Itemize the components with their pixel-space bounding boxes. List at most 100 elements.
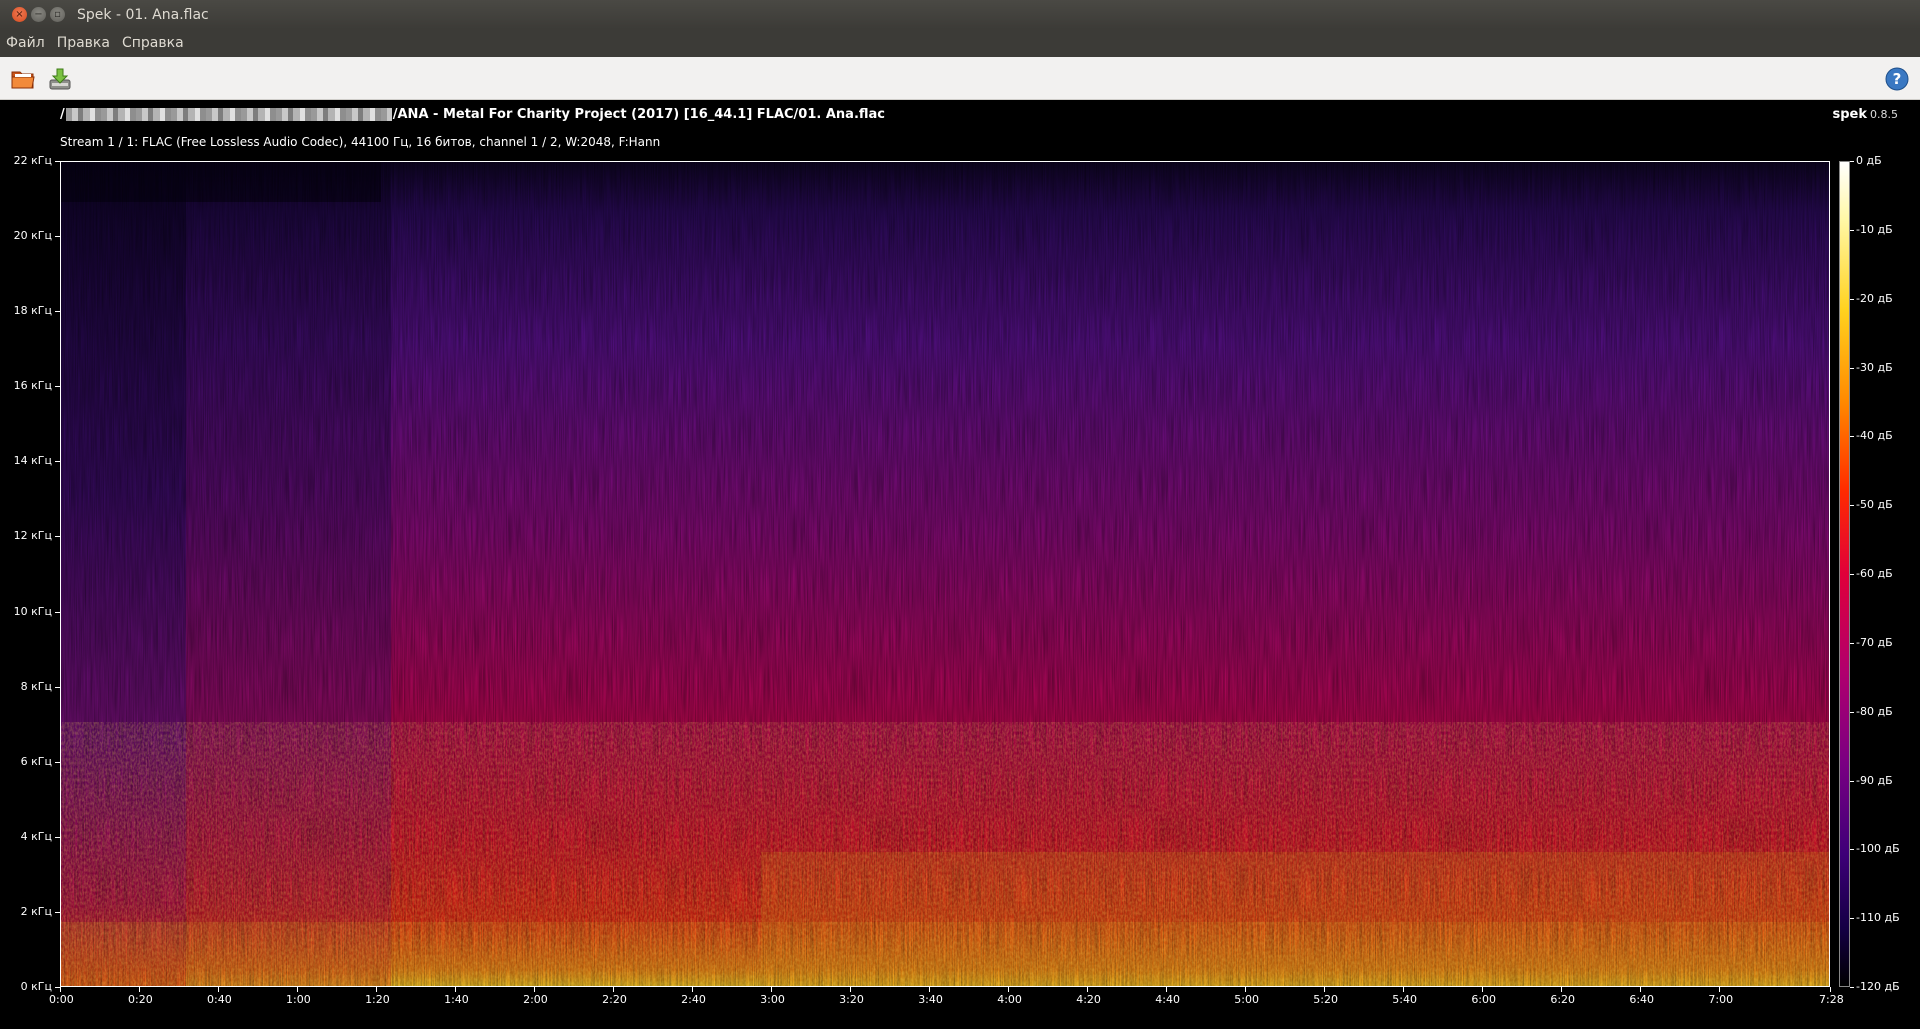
time-tick-label: 5:20 xyxy=(1313,993,1338,1006)
time-tick-label: 2:00 xyxy=(523,993,548,1006)
save-download-icon xyxy=(49,68,71,90)
time-tick-label: 4:40 xyxy=(1155,993,1180,1006)
toolbar: ? xyxy=(0,57,1920,100)
time-tick-mark xyxy=(534,987,536,992)
db-tick-mark xyxy=(1850,367,1854,369)
time-tick-mark xyxy=(1324,987,1326,992)
db-tick-label: -110 дБ xyxy=(1856,911,1900,925)
db-tick-mark xyxy=(1850,711,1854,713)
db-tick-mark xyxy=(1850,229,1854,231)
time-tick-mark xyxy=(1403,987,1405,992)
db-tick-label: -120 дБ xyxy=(1856,980,1900,993)
freq-tick-label: 12 кГц xyxy=(13,529,52,543)
time-tick-mark xyxy=(1245,987,1247,992)
db-tick-label: -100 дБ xyxy=(1856,842,1900,856)
db-tick-label: -30 дБ xyxy=(1856,360,1893,374)
time-tick-label: 4:00 xyxy=(997,993,1022,1006)
time-tick-mark xyxy=(1008,987,1010,992)
db-tick-label: 0 дБ xyxy=(1856,154,1882,167)
time-tick-mark xyxy=(850,987,852,992)
freq-tick-mark xyxy=(55,236,60,238)
freq-tick-label: 2 кГц xyxy=(20,904,52,918)
db-tick-label: -20 дБ xyxy=(1856,291,1893,305)
minimize-window-button[interactable]: − xyxy=(31,7,46,22)
file-path-prefix: / xyxy=(60,107,65,122)
time-tick-label: 5:40 xyxy=(1392,993,1417,1006)
time-tick-label: 1:00 xyxy=(286,993,311,1006)
menu-help[interactable]: Справка xyxy=(122,35,184,51)
freq-tick-label: 6 кГц xyxy=(20,754,52,768)
time-tick-label: 1:20 xyxy=(365,993,390,1006)
time-tick-label: 1:40 xyxy=(444,993,469,1006)
time-tick-label: 6:00 xyxy=(1471,993,1497,1006)
time-tick-mark xyxy=(1087,987,1089,992)
time-tick-mark xyxy=(1830,987,1831,992)
time-tick-mark xyxy=(1640,987,1642,992)
stream-info: Stream 1 / 1: FLAC (Free Lossless Audio … xyxy=(60,135,661,149)
time-tick-mark xyxy=(929,987,931,992)
time-tick-label: 7:28 xyxy=(1819,993,1844,1006)
time-tick-label: 2:20 xyxy=(602,993,627,1006)
db-tick-label: -40 дБ xyxy=(1856,429,1893,443)
freq-tick-mark xyxy=(55,836,60,838)
open-file-button[interactable] xyxy=(10,66,36,92)
time-tick-mark xyxy=(297,987,299,992)
time-tick-mark xyxy=(1166,987,1168,992)
menu-bar: Файл Правка Справка xyxy=(0,29,1920,57)
freq-tick-mark xyxy=(55,686,60,688)
freq-tick-mark xyxy=(55,611,60,613)
db-tick-mark xyxy=(1850,505,1854,507)
time-tick-mark xyxy=(218,987,220,992)
freq-tick-label: 8 кГц xyxy=(20,679,52,693)
db-tick-label: -10 дБ xyxy=(1856,222,1893,236)
freq-tick-mark xyxy=(55,461,60,463)
db-tick-label: -70 дБ xyxy=(1856,635,1893,649)
freq-tick-mark xyxy=(55,161,60,162)
spectrogram-plot[interactable] xyxy=(60,161,1830,987)
close-window-button[interactable]: × xyxy=(12,7,27,22)
db-tick-mark xyxy=(1850,918,1854,920)
db-tick-label: -80 дБ xyxy=(1856,704,1893,718)
time-tick-mark xyxy=(455,987,457,992)
time-tick-label: 3:20 xyxy=(839,993,864,1006)
save-button[interactable] xyxy=(47,66,73,92)
freq-tick-label: 4 кГц xyxy=(20,829,52,843)
svg-text:?: ? xyxy=(1893,70,1902,88)
db-tick-mark xyxy=(1850,436,1854,438)
db-tick-label: -60 дБ xyxy=(1856,567,1893,580)
freq-tick-label: 16 кГц xyxy=(13,379,52,393)
time-tick-mark xyxy=(1482,987,1484,992)
brand-name: spek xyxy=(1832,107,1867,122)
db-tick-mark xyxy=(1850,642,1854,644)
time-tick-label: 0:40 xyxy=(207,993,232,1006)
freq-tick-mark xyxy=(55,386,60,388)
maximize-window-button[interactable]: ▫ xyxy=(50,7,65,22)
time-tick-mark xyxy=(1719,987,1721,992)
time-tick-label: 2:40 xyxy=(681,993,706,1006)
spectrogram-view: / /ANA - Metal For Charity Project (2017… xyxy=(0,100,1920,1029)
time-tick-mark xyxy=(139,987,141,992)
menu-edit[interactable]: Правка xyxy=(57,35,110,51)
time-tick-label: 0:00 xyxy=(49,993,74,1006)
db-tick-mark xyxy=(1850,574,1854,575)
time-tick-label: 0:20 xyxy=(128,993,153,1006)
menu-file[interactable]: Файл xyxy=(6,35,45,51)
app-brand: spek 0.8.5 xyxy=(1832,107,1898,122)
time-tick-label: 7:00 xyxy=(1708,993,1734,1006)
time-tick-mark xyxy=(692,987,694,992)
db-tick-mark xyxy=(1850,987,1854,988)
freq-tick-mark xyxy=(55,536,60,538)
file-path: / /ANA - Metal For Charity Project (2017… xyxy=(60,107,885,122)
db-tick-mark xyxy=(1850,298,1854,300)
freq-tick-label: 10 кГц xyxy=(13,604,52,618)
time-tick-mark xyxy=(60,987,61,992)
db-tick-label: -90 дБ xyxy=(1856,773,1893,787)
time-tick-mark xyxy=(376,987,378,992)
time-tick-label: 3:00 xyxy=(760,993,785,1006)
help-icon: ? xyxy=(1885,67,1909,91)
brand-version: 0.8.5 xyxy=(1870,108,1898,121)
file-path-suffix: /ANA - Metal For Charity Project (2017) … xyxy=(392,107,886,122)
freq-tick-label: 0 кГц xyxy=(20,980,52,993)
help-button[interactable]: ? xyxy=(1884,66,1910,92)
freq-tick-mark xyxy=(55,911,60,913)
